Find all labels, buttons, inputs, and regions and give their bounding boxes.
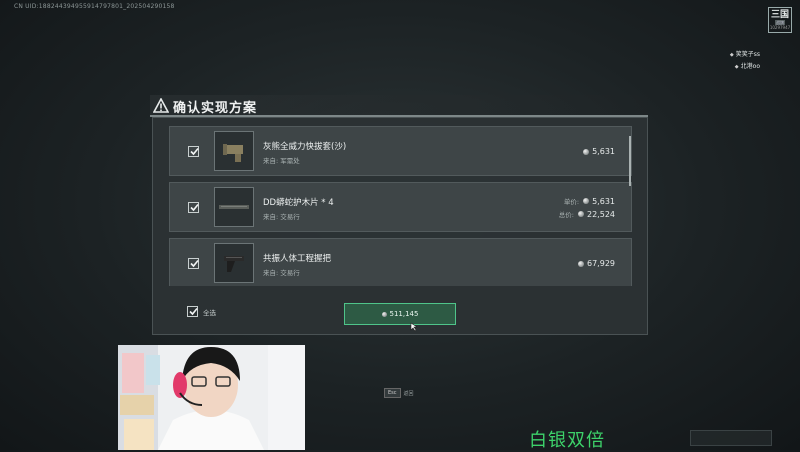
teammate-item: ◆ 笑笑子ss: [730, 49, 760, 61]
coin-icon: [381, 311, 387, 317]
unit-price-value: 5,631: [592, 196, 615, 206]
hud-panel: [690, 430, 772, 446]
check-icon: [189, 307, 198, 316]
select-all[interactable]: 全选: [187, 306, 216, 317]
confirm-total: 511,145: [389, 310, 419, 318]
item-price-value: 67,929: [587, 259, 615, 268]
item-thumbnail: [214, 243, 254, 283]
warning-icon: [153, 98, 169, 113]
list-item[interactable]: 共振人体工程握把 来自: 交易行 67,929: [169, 238, 632, 286]
item-source: 来自: 军需处: [263, 157, 300, 165]
logo-line-3: 10297947: [769, 24, 791, 30]
unit-price-label: 单价:: [563, 198, 580, 206]
mouse-cursor-icon: [410, 322, 418, 332]
item-checkbox[interactable]: [188, 146, 199, 157]
teammate-name: 北港oo: [740, 63, 760, 70]
uid-text: CN UID:18824439495591479780​1_2025042901…: [14, 3, 175, 10]
confirm-purchase-button[interactable]: 511,145: [344, 303, 456, 325]
esc-key: Esc: [384, 388, 401, 398]
coin-icon: [583, 198, 590, 204]
arrow-icon: ◆: [729, 52, 734, 58]
coin-icon: [578, 211, 584, 217]
coin-icon: [578, 260, 584, 267]
logo-line-1: 三国: [770, 9, 789, 20]
item-price-value: 5,631: [592, 147, 615, 156]
webcam-overlay: [118, 345, 305, 450]
list-scrollbar[interactable]: [629, 136, 631, 186]
handguard-part-icon: [219, 205, 249, 209]
list-item[interactable]: DD蟒蛇护木片 * 4 来自: 交易行 单价: 5,631 总价: 22,524: [169, 182, 632, 232]
grip-part-icon: [224, 256, 244, 272]
arrow-icon: ◆: [734, 64, 739, 70]
check-icon: [190, 147, 199, 156]
list-item[interactable]: 灰熊全威力快拔套(沙) 来自: 军需处 5,631: [169, 126, 632, 176]
stream-logo: 三国 战旗 10297947: [768, 7, 792, 33]
item-source: 来自: 交易行: [263, 269, 300, 277]
select-all-checkbox[interactable]: [187, 306, 198, 317]
item-price: 67,929: [578, 259, 615, 268]
item-name: 共振人体工程握把: [263, 254, 332, 264]
teammate-name: 笑笑子ss: [735, 51, 760, 58]
item-name: DD蟒蛇护木片 * 4: [263, 198, 334, 208]
esc-label: 返回: [403, 390, 414, 397]
item-thumbnail: [214, 131, 254, 171]
teammate-list: ◆ 笑笑子ss ◆ 北港oo: [730, 49, 760, 73]
coin-icon: [583, 148, 590, 155]
esc-hint[interactable]: Esc 返回: [384, 388, 414, 398]
check-icon: [190, 203, 199, 212]
item-list[interactable]: 灰熊全威力快拔套(沙) 来自: 军需处 5,631 DD蟒蛇护木片 * 4 来自…: [169, 126, 639, 286]
item-thumbnail: [214, 187, 254, 227]
check-icon: [190, 259, 199, 268]
total-price-label: 总价:: [558, 211, 574, 219]
total-price-value: 22,524: [587, 209, 615, 219]
unit-price: 单价: 5,631: [563, 196, 615, 207]
select-all-label: 全选: [203, 308, 216, 317]
webcam-image: [118, 345, 305, 450]
dialog-header: 确认实现方案: [150, 95, 648, 117]
dialog-title: 确认实现方案: [173, 100, 258, 116]
item-source: 来自: 交易行: [263, 213, 300, 221]
teammate-item: ◆ 北港oo: [730, 61, 760, 73]
stream-overlay-text: 白银双倍: [529, 430, 605, 451]
total-price: 总价: 22,524: [558, 209, 615, 220]
confirm-dialog: 确认实现方案 灰熊全威力快拔套(沙) 来自: 军需处 5,631 DD蟒蛇护木片…: [150, 95, 648, 335]
item-name: 灰熊全威力快拔套(沙): [263, 142, 347, 152]
stock-part-icon: [223, 144, 243, 162]
item-checkbox[interactable]: [188, 202, 199, 213]
item-price: 5,631: [583, 147, 615, 156]
item-checkbox[interactable]: [188, 258, 199, 269]
